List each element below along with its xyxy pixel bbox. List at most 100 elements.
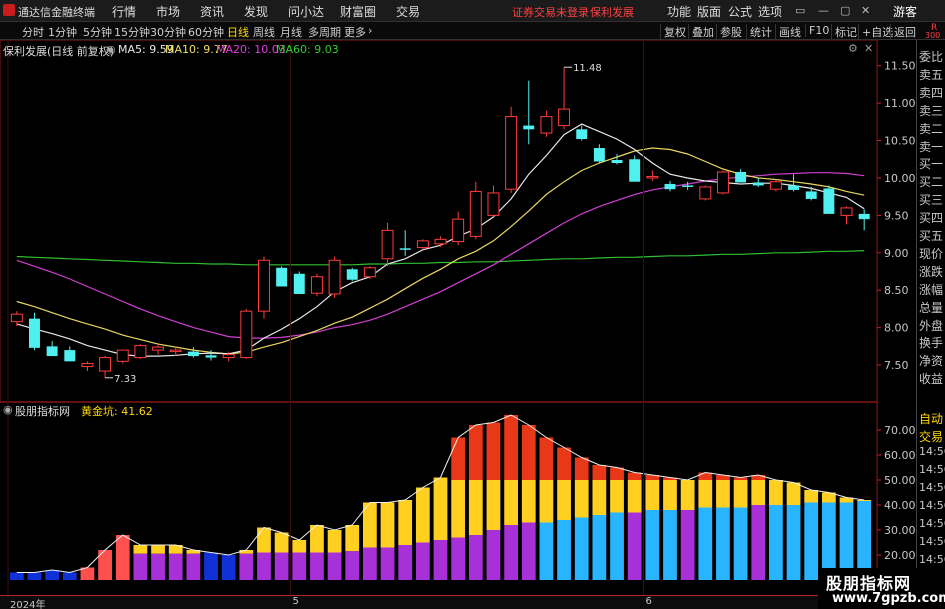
chart-settings-icon[interactable]: ⚙ — [848, 42, 858, 55]
button-holdings[interactable]: 参股 — [716, 24, 742, 40]
menu-function[interactable]: 功能 — [667, 3, 691, 20]
candle-body — [752, 182, 764, 186]
tab-monthly[interactable]: 月线 — [280, 24, 302, 40]
candle-body — [169, 349, 182, 353]
tab-60min[interactable]: 60分钟 — [188, 24, 224, 40]
ma20-line — [16, 172, 865, 339]
quote-label[interactable]: 换手 — [919, 334, 945, 351]
indicator-bar-top — [504, 415, 518, 480]
guest-label[interactable]: 游客 — [893, 3, 917, 20]
indicator-bar-base — [610, 512, 624, 580]
candle-body — [293, 273, 305, 294]
button-mark[interactable]: 标记 — [831, 24, 857, 40]
quote-label[interactable]: 卖三 — [919, 102, 945, 119]
menu-wealth[interactable]: 财富圈 — [340, 3, 376, 20]
indicator-bar-top — [451, 437, 466, 480]
button-f10[interactable]: F10 — [805, 24, 829, 37]
candle-body — [46, 346, 58, 357]
candle-body — [29, 318, 40, 348]
quote-label[interactable]: 外盘 — [919, 317, 945, 334]
candle-body — [10, 313, 23, 323]
menu-quotes[interactable]: 行情 — [112, 3, 136, 20]
quote-label[interactable]: 涨幅 — [919, 281, 945, 298]
tab-intraday[interactable]: 分时 — [22, 24, 44, 40]
date-label: 6 — [645, 596, 652, 607]
indicator-bar-mid — [398, 500, 413, 545]
menu-layout[interactable]: 版面 — [697, 3, 721, 20]
app-logo-icon — [3, 4, 15, 16]
button-back[interactable]: 返回 — [890, 24, 916, 40]
tab-15min[interactable]: 15分钟 — [114, 24, 150, 40]
tab-weekly[interactable]: 周线 — [253, 24, 275, 40]
quote-label[interactable]: 卖四 — [919, 84, 945, 101]
chart-area[interactable]: 11.50 11.00 10.50 10.00 9.50 9.00 8.50 8.00 7.50… — [0, 40, 945, 595]
high-price-label: 11.48 — [573, 63, 602, 74]
date-axis: 2024年 5 6 — [0, 595, 945, 609]
candle-body — [805, 191, 817, 199]
indicator-bar-base — [486, 530, 501, 580]
candle-body — [276, 267, 288, 287]
menu-market[interactable]: 市场 — [156, 3, 180, 20]
side-mode-label[interactable]: 交易 — [919, 428, 945, 445]
menu-discover[interactable]: 发现 — [244, 3, 268, 20]
minimize-icon[interactable]: — — [818, 4, 829, 17]
menu-ask[interactable]: 问小达 — [288, 3, 324, 20]
quote-label[interactable]: 买二 — [919, 173, 945, 190]
indicator-value: 黄金坑: 41.62 — [81, 405, 153, 418]
tab-multi-period[interactable]: 多周期 — [308, 24, 341, 40]
tab-30min[interactable]: 30分钟 — [150, 24, 186, 40]
quote-label[interactable]: 委比 — [919, 48, 945, 65]
menu-news[interactable]: 资讯 — [200, 3, 224, 20]
quote-label[interactable]: 卖二 — [919, 120, 945, 137]
menu-formula[interactable]: 公式 — [728, 3, 752, 20]
tab-more[interactable]: 更多 — [344, 24, 366, 40]
quote-label[interactable]: 卖一 — [919, 138, 945, 155]
menu-options[interactable]: 选项 — [758, 3, 782, 20]
quote-label[interactable]: 卖五 — [919, 66, 945, 83]
quote-label[interactable]: 总量 — [919, 299, 945, 316]
indicator-bar-base — [133, 553, 148, 580]
candle-body — [257, 259, 270, 312]
quote-label[interactable]: 涨跌 — [919, 263, 945, 280]
indicator-bar — [115, 535, 130, 580]
indicator-bar-mid — [345, 525, 360, 552]
menu-trade[interactable]: 交易 — [396, 3, 420, 20]
tab-1min[interactable]: 1分钟 — [48, 24, 77, 40]
indicator-tick-label: 70.00 — [884, 424, 916, 437]
side-mode-label[interactable]: 自动 — [919, 410, 945, 427]
quote-label[interactable]: 买四 — [919, 209, 945, 226]
quote-label[interactable]: 现价 — [919, 245, 945, 262]
button-add-watchlist[interactable]: +自选 — [858, 24, 893, 40]
quote-label[interactable]: 买五 — [919, 227, 945, 244]
indicator-bar — [9, 572, 24, 580]
quote-label[interactable]: 收益 — [919, 370, 945, 387]
trade-time: 14:56 — [919, 499, 945, 512]
candle-body — [64, 350, 76, 362]
tab-5min[interactable]: 5分钟 — [83, 24, 112, 40]
button-draw[interactable]: 画线 — [775, 24, 801, 40]
maximize-icon[interactable]: ▢ — [840, 4, 850, 17]
kline-chart[interactable]: 11.50 11.00 10.50 10.00 9.50 9.00 8.50 8.00 7.50… — [0, 40, 916, 595]
login-tip[interactable]: 证券交易未登录 — [512, 4, 589, 20]
help-icon[interactable]: ▭ — [795, 4, 805, 17]
button-adjust[interactable]: 复权 — [660, 24, 686, 40]
more-chevron-icon[interactable]: › — [368, 24, 372, 37]
close-icon[interactable]: ✕ — [861, 4, 870, 17]
settings-dot-icon[interactable]: ◉ — [106, 43, 116, 56]
price-tick-label: 11.00 — [884, 97, 916, 110]
candle-body — [452, 218, 465, 243]
button-stats[interactable]: 统计 — [746, 24, 772, 40]
indicator-bar-mid — [257, 527, 271, 553]
quote-label[interactable]: 买三 — [919, 191, 945, 208]
quote-side-panel: R 300 委比 卖五 卖四 卖三 卖二 卖一 买一 买二 买三 买四 买五 现价 涨跌 涨幅 总量 外盘 换手… — [916, 23, 945, 595]
indicator-bar-base — [363, 547, 377, 580]
indicator-bar-base — [627, 512, 642, 580]
tab-daily[interactable]: 日线 — [227, 24, 249, 40]
chart-close-icon[interactable]: ✕ — [864, 42, 873, 55]
sub-settings-icon[interactable]: ◉ — [3, 403, 13, 416]
candle-body — [576, 129, 588, 140]
button-overlay[interactable]: 叠加 — [688, 24, 714, 40]
quote-label[interactable]: 净资 — [919, 352, 945, 369]
quote-label[interactable]: 买一 — [919, 155, 945, 172]
indicator-bar-base — [257, 552, 271, 580]
